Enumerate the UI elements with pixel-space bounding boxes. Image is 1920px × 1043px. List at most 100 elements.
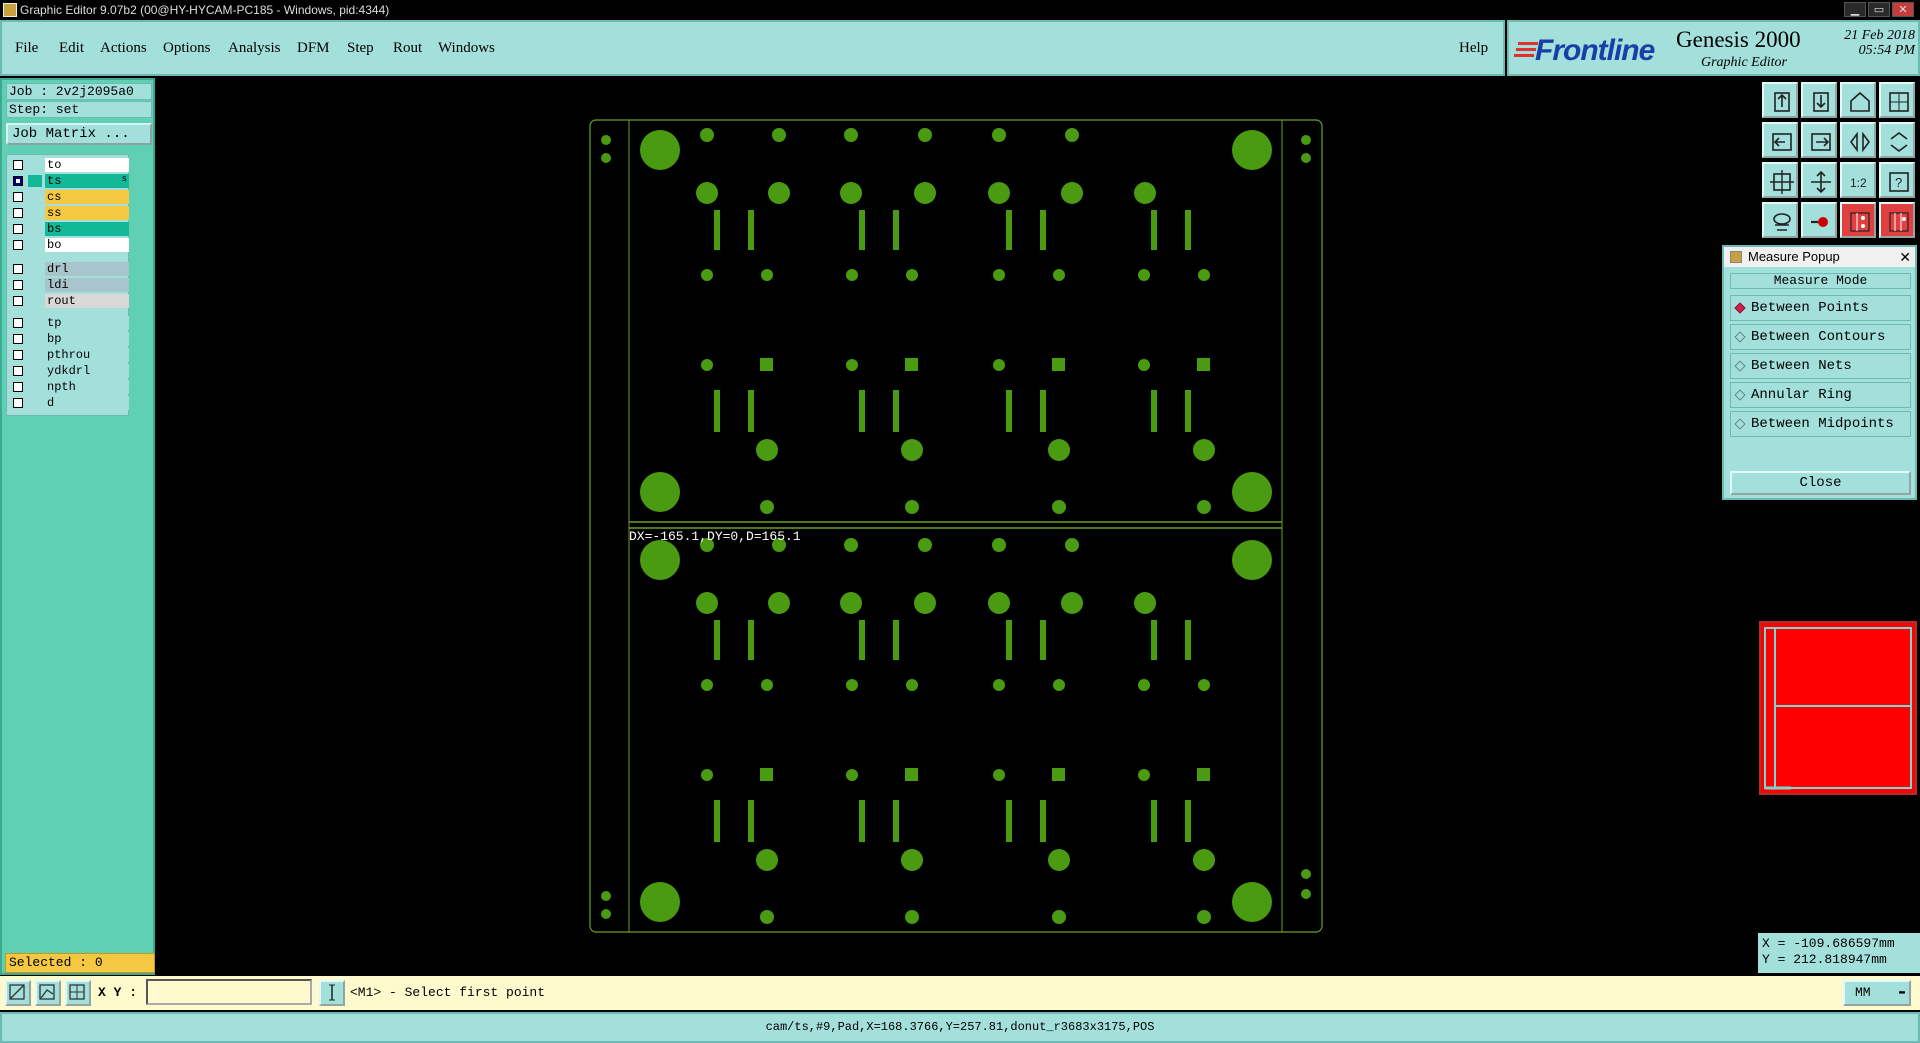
menu-actions[interactable]: Actions [100, 40, 147, 57]
menu-analysis[interactable]: Analysis [228, 40, 281, 57]
measure-option-between-points[interactable]: Between Points [1730, 295, 1911, 321]
info-button[interactable] [319, 980, 345, 1006]
layer-name[interactable]: d [45, 396, 129, 410]
layer-checkbox[interactable] [13, 264, 23, 274]
menu-file[interactable]: File [15, 40, 38, 57]
layer-name[interactable]: ydkdrl [45, 364, 129, 378]
zoom-home-button[interactable] [1762, 82, 1798, 118]
xy-input[interactable] [146, 979, 312, 1005]
flip-button[interactable] [1879, 122, 1915, 158]
layer-checkbox[interactable] [13, 334, 23, 344]
measure-option-between-midpoints[interactable]: Between Midpoints [1730, 411, 1911, 437]
menu-windows[interactable]: Windows [438, 40, 495, 57]
layer-row-tp[interactable]: tp [9, 316, 129, 330]
measure-option-between-contours[interactable]: Between Contours [1730, 324, 1911, 350]
layer-row-ss[interactable]: ss [9, 206, 129, 220]
layer-name[interactable]: to [45, 158, 129, 172]
layer-name[interactable]: ts [45, 174, 129, 188]
measure-popup-title-bar[interactable]: Measure Popup ✕ [1724, 247, 1915, 267]
square-pad [905, 358, 918, 371]
slot-pad [1006, 210, 1012, 250]
layer-name[interactable]: bo [45, 238, 129, 252]
layer-name[interactable]: rout [45, 294, 129, 308]
snap-mode-button[interactable] [5, 980, 31, 1006]
left-panel: Job : 2v2j2095a0 Step: set Job Matrix ..… [0, 78, 155, 975]
layer-row-bp[interactable]: bp [9, 332, 129, 346]
minimize-button[interactable]: ▁ [1844, 2, 1866, 17]
layer-checkbox[interactable] [13, 240, 23, 250]
layer-row-bs[interactable]: bs [9, 222, 129, 236]
filter-button[interactable] [1762, 202, 1798, 238]
layer-name[interactable]: drl [45, 262, 129, 276]
menu-help[interactable]: Help [1459, 40, 1488, 57]
scale-1-2-button[interactable]: 1:2 [1840, 162, 1876, 198]
layer-name[interactable]: tp [45, 316, 129, 330]
layer-checkbox[interactable] [13, 280, 23, 290]
product-name: Genesis 2000 [1676, 27, 1801, 52]
layer-row-drl[interactable]: drl [9, 262, 129, 276]
window-button[interactable] [1879, 82, 1915, 118]
pan-left-button[interactable] [1762, 122, 1798, 158]
layer-name[interactable]: cs [45, 190, 129, 204]
help-button[interactable]: ? [1879, 162, 1915, 198]
slot-pad [714, 620, 720, 660]
layer-row-ydkdrl[interactable]: ydkdrl [9, 364, 129, 378]
measure-option-between-nets[interactable]: Between Nets [1730, 353, 1911, 379]
layer-checkbox[interactable] [13, 398, 23, 408]
measure-option-annular-ring[interactable]: Annular Ring [1730, 382, 1911, 408]
mini-map[interactable] [1759, 621, 1917, 795]
zoom-home-icon [1774, 92, 1790, 112]
units-selector[interactable]: MM ▬ [1843, 980, 1911, 1006]
layer-name[interactable]: pthrou [45, 348, 129, 362]
layer-checkbox[interactable] [13, 296, 23, 306]
mirror-button[interactable] [1840, 122, 1876, 158]
zoom-back-button[interactable] [1801, 82, 1837, 118]
menu-step[interactable]: Step [347, 40, 374, 57]
pan-right-button[interactable] [1801, 122, 1837, 158]
layer-row-rout[interactable]: rout [9, 294, 129, 308]
layer-checkbox[interactable] [13, 160, 23, 170]
layer-row-bo[interactable]: bo [9, 238, 129, 252]
slot-pad [893, 800, 899, 842]
layer-name[interactable]: bp [45, 332, 129, 346]
layer-name[interactable]: ldi [45, 278, 129, 292]
layer-name[interactable]: bs [45, 222, 129, 236]
layer-row-npth[interactable]: npth [9, 380, 129, 394]
angle-mode-button[interactable] [35, 980, 61, 1006]
close-icon[interactable]: ✕ [1899, 247, 1911, 267]
menu-edit[interactable]: Edit [59, 40, 84, 57]
layer-row-cs[interactable]: cs [9, 190, 129, 204]
layer-row-ts[interactable]: ts s [9, 174, 129, 188]
layer-row-ldi[interactable]: ldi [9, 278, 129, 292]
grid-mode-button[interactable] [65, 980, 91, 1006]
layers-red-2-button[interactable] [1879, 202, 1915, 238]
menu-options[interactable]: Options [163, 40, 211, 57]
layer-checkbox[interactable] [13, 350, 23, 360]
layers-red-button[interactable] [1840, 202, 1876, 238]
layer-checkbox[interactable] [13, 176, 23, 186]
layer-checkbox[interactable] [13, 208, 23, 218]
job-matrix-button[interactable]: Job Matrix ... [6, 123, 152, 145]
layer-name[interactable]: ss [45, 206, 129, 220]
layer-row-d[interactable]: d [9, 396, 129, 410]
close-window-button[interactable]: ✕ [1892, 2, 1914, 17]
measure-tool-button[interactable] [1801, 202, 1837, 238]
layer-checkbox[interactable] [13, 192, 23, 202]
maximize-button[interactable]: ▭ [1868, 2, 1890, 17]
layer-name[interactable]: npth [45, 380, 129, 394]
layer-checkbox[interactable] [13, 366, 23, 376]
layer-row-to[interactable]: to [9, 158, 129, 172]
center-button[interactable] [1801, 162, 1837, 198]
menu-dfm[interactable]: DFM [297, 40, 330, 57]
fit-button[interactable] [1762, 162, 1798, 198]
graphic-canvas[interactable] [155, 78, 1758, 976]
pcb-board-view[interactable] [155, 78, 1758, 976]
layer-checkbox[interactable] [13, 382, 23, 392]
menu-rout[interactable]: Rout [393, 40, 422, 57]
layer-checkbox[interactable] [13, 318, 23, 328]
home-button[interactable] [1840, 82, 1876, 118]
layer-checkbox[interactable] [13, 224, 23, 234]
layer-row-pthrou[interactable]: pthrou [9, 348, 129, 362]
radio-diamond-icon [1734, 389, 1746, 401]
measure-close-button[interactable]: Close [1730, 471, 1911, 495]
